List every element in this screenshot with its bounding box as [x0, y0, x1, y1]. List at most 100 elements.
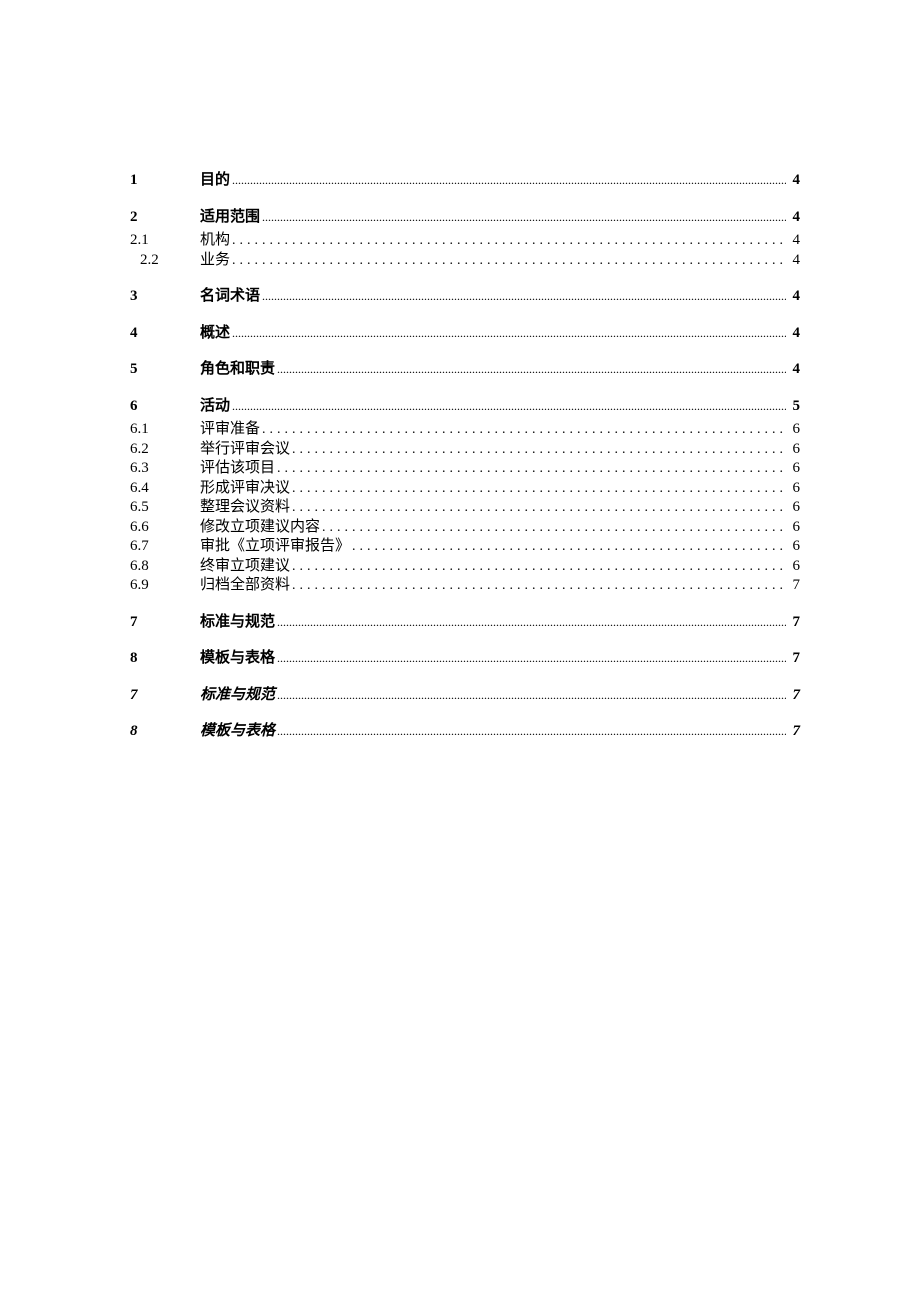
toc-title: 举行评审会议 [200, 440, 290, 460]
toc-page: 7 [788, 576, 800, 596]
toc-leader [322, 519, 786, 537]
toc-page: 4 [788, 360, 800, 380]
toc-number: 5 [130, 360, 200, 380]
toc-number: 2.1 [130, 231, 200, 251]
toc-title: 修改立项建议内容 [200, 518, 320, 538]
toc-leader [292, 499, 786, 517]
toc-entry-6-1: 6.1 评审准备 6 [130, 420, 800, 440]
toc-title: 业务 [200, 251, 230, 271]
toc-leader [292, 577, 786, 595]
toc-number: 2 [130, 208, 200, 228]
toc-leader [292, 480, 786, 498]
toc-title: 标准与规范 [200, 685, 275, 705]
toc-number: 7 [130, 686, 200, 706]
toc-entry-6: 6 活动 5 [130, 396, 800, 417]
toc-page: 7 [788, 722, 800, 742]
toc-title: 终审立项建议 [200, 557, 290, 577]
toc-leader [277, 724, 786, 740]
toc-leader [292, 558, 786, 576]
toc-number: 6.4 [130, 479, 200, 499]
toc-entry-6-4: 6.4 形成评审决议 6 [130, 479, 800, 499]
toc-title: 模板与表格 [200, 721, 275, 741]
toc-leader [262, 210, 786, 226]
table-of-contents: 1 目的 4 2 适用范围 4 2.1 机构 4 2.2 业务 4 3 名词术语… [130, 170, 800, 742]
toc-title: 活动 [200, 396, 230, 416]
toc-entry-7-italic: 7 标准与规范 7 [130, 685, 800, 706]
toc-entry-8-italic: 8 模板与表格 7 [130, 721, 800, 742]
toc-entry-6-2: 6.2 举行评审会议 6 [130, 440, 800, 460]
toc-number: 6.2 [130, 440, 200, 460]
toc-title: 适用范围 [200, 207, 260, 227]
toc-entry-1: 1 目的 4 [130, 170, 800, 191]
toc-title: 形成评审决议 [200, 479, 290, 499]
toc-entry-2-1: 2.1 机构 4 [130, 231, 800, 251]
toc-number: 4 [130, 324, 200, 344]
toc-entry-3: 3 名词术语 4 [130, 286, 800, 307]
toc-title: 名词术语 [200, 286, 260, 306]
toc-page: 6 [788, 498, 800, 518]
toc-entry-6-7: 6.7 审批《立项评审报告》 6 [130, 537, 800, 557]
toc-number: 6.9 [130, 576, 200, 596]
toc-number: 6.3 [130, 459, 200, 479]
toc-leader [292, 441, 786, 459]
toc-page: 4 [788, 251, 800, 271]
toc-leader [262, 421, 786, 439]
toc-page: 6 [788, 459, 800, 479]
toc-number: 3 [130, 287, 200, 307]
toc-leader [352, 538, 786, 556]
toc-number: 1 [130, 171, 200, 191]
toc-entry-7: 7 标准与规范 7 [130, 612, 800, 633]
toc-page: 6 [788, 479, 800, 499]
toc-page: 4 [788, 287, 800, 307]
toc-entry-6-8: 6.8 终审立项建议 6 [130, 557, 800, 577]
toc-number: 2.2 [130, 251, 200, 271]
toc-number: 6 [130, 397, 200, 417]
toc-page: 4 [788, 208, 800, 228]
toc-number: 6.8 [130, 557, 200, 577]
toc-entry-2-2: 2.2 业务 4 [130, 251, 800, 271]
toc-entry-6-9: 6.9 归档全部资料 7 [130, 576, 800, 596]
toc-leader [277, 362, 786, 378]
toc-page: 4 [788, 324, 800, 344]
toc-page: 4 [788, 171, 800, 191]
toc-number: 6.5 [130, 498, 200, 518]
toc-leader [277, 651, 786, 667]
toc-entry-4: 4 概述 4 [130, 323, 800, 344]
toc-title: 审批《立项评审报告》 [200, 537, 350, 557]
toc-title: 评审准备 [200, 420, 260, 440]
toc-page: 7 [788, 686, 800, 706]
toc-title: 机构 [200, 231, 230, 251]
toc-entry-6-3: 6.3 评估该项目 6 [130, 459, 800, 479]
toc-number: 7 [130, 613, 200, 633]
toc-number: 6.1 [130, 420, 200, 440]
toc-entry-8: 8 模板与表格 7 [130, 648, 800, 669]
toc-leader [232, 232, 786, 250]
toc-title: 概述 [200, 323, 230, 343]
toc-leader [232, 326, 786, 342]
toc-entry-6-5: 6.5 整理会议资料 6 [130, 498, 800, 518]
toc-page: 7 [788, 613, 800, 633]
toc-leader [232, 173, 786, 189]
toc-leader [277, 460, 786, 478]
toc-title: 标准与规范 [200, 612, 275, 632]
toc-page: 6 [788, 518, 800, 538]
toc-leader [232, 252, 786, 270]
toc-title: 目的 [200, 170, 230, 190]
toc-number: 8 [130, 722, 200, 742]
toc-entry-6-6: 6.6 修改立项建议内容 6 [130, 518, 800, 538]
toc-leader [277, 615, 786, 631]
toc-title: 归档全部资料 [200, 576, 290, 596]
toc-leader [232, 399, 786, 415]
toc-title: 角色和职责 [200, 359, 275, 379]
toc-leader [277, 688, 786, 704]
toc-page: 7 [788, 649, 800, 669]
toc-entry-5: 5 角色和职责 4 [130, 359, 800, 380]
toc-page: 6 [788, 440, 800, 460]
toc-page: 5 [788, 397, 800, 417]
toc-page: 4 [788, 231, 800, 251]
toc-entry-2: 2 适用范围 4 [130, 207, 800, 228]
toc-page: 6 [788, 420, 800, 440]
toc-title: 模板与表格 [200, 648, 275, 668]
toc-title: 整理会议资料 [200, 498, 290, 518]
toc-title: 评估该项目 [200, 459, 275, 479]
